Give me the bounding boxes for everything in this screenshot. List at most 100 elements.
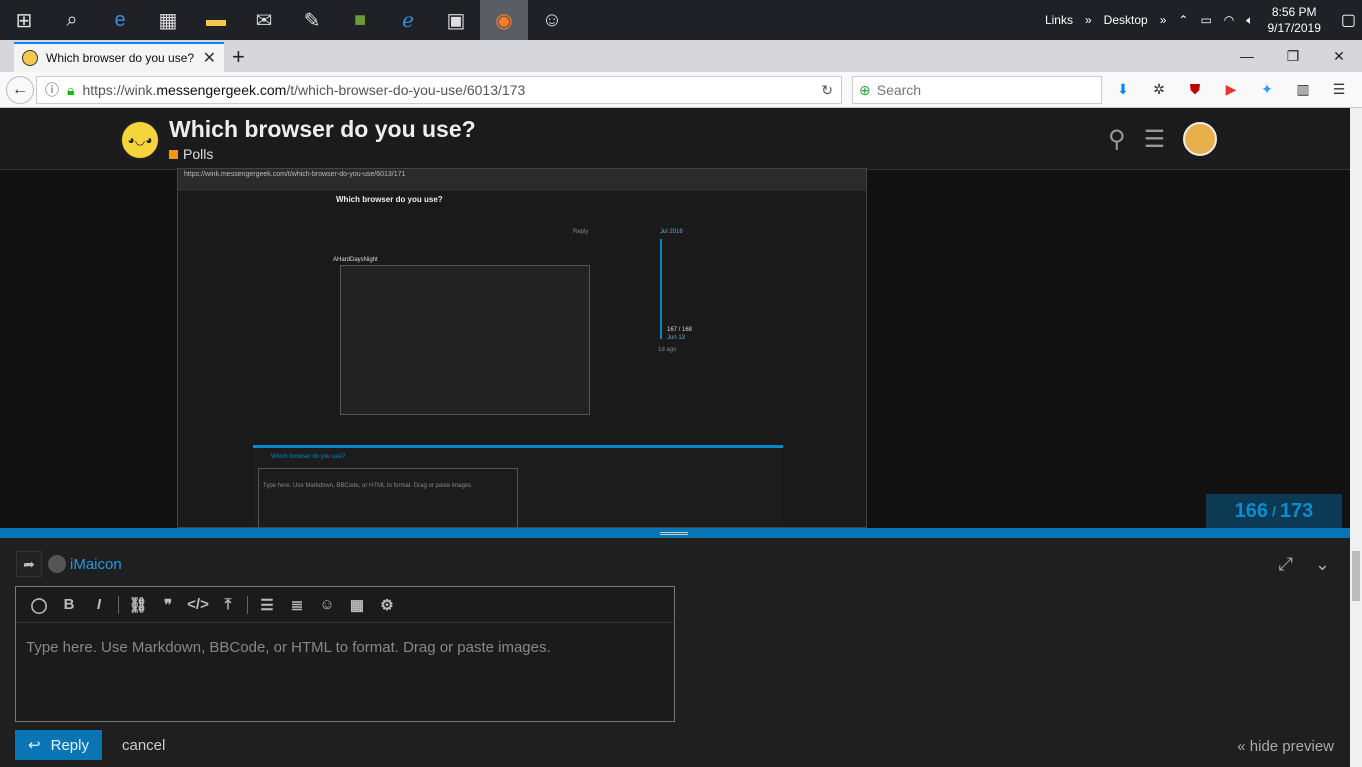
category-color-icon [169, 149, 178, 159]
browser-tab[interactable]: Which browser do you use? ✕ [14, 42, 224, 72]
url-prefix: https://wink. [82, 82, 157, 98]
toolbar-divider [247, 595, 248, 614]
embedded-composer: Which browser do you use? Type here. Use… [253, 445, 783, 527]
bold-icon[interactable]: B [54, 590, 84, 620]
embedded-timeline-bar [660, 239, 662, 339]
youtube-icon[interactable]: ▶ [1218, 76, 1244, 102]
composer-resize-grip[interactable] [660, 532, 688, 535]
link-icon[interactable]: ⛓ [123, 590, 153, 620]
quote-bubble-icon[interactable]: ◯ [24, 590, 54, 620]
windows-taskbar: ⊞ ⌕ e ▦ ▬ ✉ ✎ ■ ℯ ▣ ◉ ☺ Links» Desktop» … [0, 0, 1362, 40]
share-arrow-icon: ➦ [23, 555, 35, 572]
info-icon[interactable]: ⓘ [45, 80, 59, 100]
desktop-chevron-icon[interactable]: » [1160, 13, 1167, 27]
progress-current: 166 [1234, 499, 1269, 522]
scrollbar-thumb[interactable] [1352, 551, 1360, 601]
reply-button[interactable]: ↩ Reply [15, 730, 102, 760]
url-path: /t/which-browser-do-you-use/6013/173 [286, 82, 526, 98]
url-bar[interactable]: ⓘ 🔒︎ https://wink. messengergeek.com/t/wh… [36, 76, 842, 104]
calendar-icon[interactable]: ▦ [342, 590, 372, 620]
store-icon[interactable]: ▦ [144, 0, 192, 40]
wifi-icon[interactable]: ◠ [1224, 13, 1234, 27]
toolbar-divider [118, 595, 119, 614]
embedded-composer-title: Which browser do you use? [271, 454, 346, 460]
embedded-author: AHardDaysNight [333, 257, 378, 263]
notifications-icon[interactable]: ▢ [1341, 10, 1356, 30]
embedded-timeline-ago: 1d ago [658, 347, 677, 353]
embedded-composer-placeholder: Type here. Use Markdown, BBCode, or HTML… [258, 468, 518, 527]
reply-composer: ➦ iMaicon ⤢ ⌄ ◯ B I ⛓ ❞ </> ⤒ ☰ ≣ ☺ ▦ ⚙ … [0, 528, 1350, 767]
upload-icon[interactable]: ⤒ [213, 590, 243, 620]
minimize-icon[interactable]: — [1224, 40, 1270, 72]
downloads-icon[interactable]: ⬇ [1110, 76, 1136, 102]
topic-progress[interactable]: 166 / 173 [1206, 494, 1342, 528]
edge-icon[interactable]: e [96, 0, 144, 40]
search-icon[interactable]: ⚲ [1108, 125, 1126, 154]
hide-preview-link[interactable]: « hide preview [1237, 738, 1334, 755]
ublock-icon[interactable]: ⛊ [1182, 76, 1208, 102]
page-scrollbar[interactable] [1350, 108, 1362, 767]
code-icon[interactable]: </> [183, 590, 213, 620]
numbered-list-icon[interactable]: ≣ [282, 590, 312, 620]
progress-separator: / [1272, 503, 1276, 519]
bullet-list-icon[interactable]: ☰ [252, 590, 282, 620]
composer-editor: ◯ B I ⛓ ❞ </> ⤒ ☰ ≣ ☺ ▦ ⚙ Type here. Use… [15, 586, 675, 722]
internet-explorer-icon[interactable]: ℯ [384, 0, 432, 40]
embedded-title: Which browser do you use? [336, 195, 443, 204]
restore-icon[interactable]: ❐ [1270, 40, 1316, 72]
expand-composer-icon[interactable]: ⤢ [1279, 554, 1293, 575]
links-toolbar[interactable]: Links [1045, 13, 1073, 27]
close-tab-icon[interactable]: ✕ [203, 48, 216, 68]
app-icon[interactable]: ▣ [432, 0, 480, 40]
reload-icon[interactable]: ↻ [821, 82, 833, 99]
sidebar-icon[interactable]: ▥ [1290, 76, 1316, 102]
menu-icon[interactable]: ☰ [1326, 76, 1352, 102]
search-input[interactable]: ⊕ Search [852, 76, 1102, 104]
composer-user-avatar [48, 555, 66, 573]
extension-icon[interactable]: ✲ [1146, 76, 1172, 102]
gear-icon[interactable]: ⚙ [372, 590, 402, 620]
paint-icon[interactable]: ✎ [288, 0, 336, 40]
embedded-screenshot[interactable]: https://wink.messengergeek.com/t/which-b… [177, 168, 867, 528]
hamburger-menu-icon[interactable]: ☰ [1144, 125, 1166, 154]
reply-button-label: Reply [50, 736, 89, 754]
close-window-icon[interactable]: ✕ [1316, 40, 1362, 72]
cancel-link[interactable]: cancel [122, 737, 165, 754]
lock-icon[interactable]: 🔒︎ [67, 82, 74, 99]
new-tab-plus-icon[interactable]: + [232, 44, 245, 70]
file-explorer-icon[interactable]: ▬ [192, 0, 240, 40]
embedded-timeline-date: Jun 13 [667, 335, 686, 341]
blockquote-icon[interactable]: ❞ [153, 590, 183, 620]
italic-icon[interactable]: I [84, 590, 114, 620]
category-name: Polls [183, 146, 214, 162]
composer-textarea[interactable]: Type here. Use Markdown, BBCode, or HTML… [16, 623, 674, 672]
minecraft-icon[interactable]: ■ [336, 0, 384, 40]
links-chevron-icon[interactable]: » [1085, 13, 1092, 27]
firefox-icon[interactable]: ◉ [480, 0, 528, 40]
tab-title: Which browser do you use? [46, 51, 195, 65]
tray-expand-icon[interactable]: ⌃ [1178, 13, 1188, 27]
messenger-icon[interactable]: ☺ [528, 0, 576, 40]
user-avatar[interactable] [1183, 122, 1218, 156]
site-logo-icon[interactable]: ◕◡◕ [120, 120, 160, 160]
category-badge[interactable]: Polls [169, 146, 213, 162]
emoji-icon[interactable]: ☺ [312, 590, 342, 620]
start-windows-icon[interactable]: ⊞ [0, 0, 48, 40]
back-button[interactable]: ← [6, 75, 34, 104]
volume-icon[interactable]: 🔈︎ [1246, 13, 1253, 28]
navigation-bar: ← ⓘ 🔒︎ https://wink. messengergeek.com/t/… [0, 72, 1362, 108]
collapse-composer-chevron-icon[interactable]: ⌄ [1315, 554, 1330, 575]
battery-icon[interactable]: ▭ [1200, 13, 1211, 27]
site-favicon-icon [22, 50, 38, 66]
clock[interactable]: 8:56 PM 9/17/2019 [1267, 4, 1320, 36]
desktop-toolbar[interactable]: Desktop [1104, 13, 1148, 27]
mail-icon[interactable]: ✉ [240, 0, 288, 40]
topic-title[interactable]: Which browser do you use? [169, 116, 476, 143]
twitter-icon[interactable]: ✦ [1254, 76, 1280, 102]
reply-arrow-icon: ↩ [28, 737, 41, 754]
reply-type-button[interactable]: ➦ [16, 551, 42, 577]
composer-username[interactable]: iMaicon [70, 556, 122, 573]
composer-header: ➦ iMaicon [16, 551, 122, 577]
search-icon[interactable]: ⌕ [48, 0, 96, 40]
search-engine-icon[interactable]: ⊕ [859, 82, 871, 99]
